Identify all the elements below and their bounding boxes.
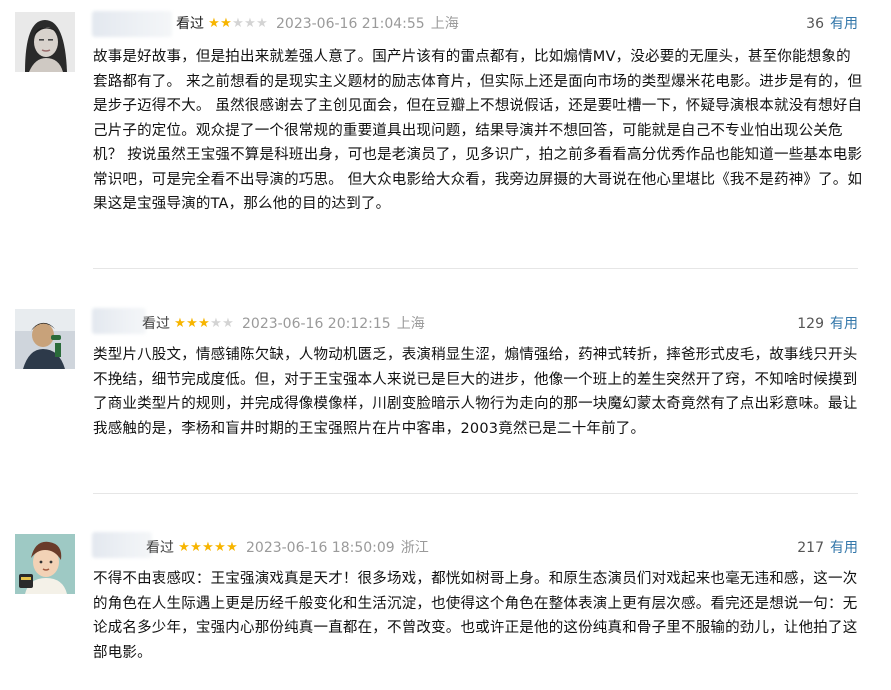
star-filled-icon: ★ xyxy=(198,316,210,331)
review-location: 上海 xyxy=(396,316,425,332)
star-filled-icon: ★ xyxy=(220,16,232,31)
user-avatar-photo-icon xyxy=(15,12,75,72)
review-time: 2023-06-16 20:12:15 xyxy=(242,316,391,332)
useful-button[interactable]: 有用 xyxy=(830,540,858,556)
review-meta: 看过 ★ ★ ★ ★ ★ 2023-06-16 20:12:15 上海 xyxy=(142,314,425,334)
watched-label: 看过 xyxy=(176,16,204,32)
vote-count: 217 xyxy=(797,540,824,556)
rating-stars: ★ ★ ★ ★ ★ xyxy=(208,14,268,34)
star-filled-icon: ★ xyxy=(178,540,190,555)
review-location: 浙江 xyxy=(400,540,429,556)
star-empty-icon: ★ xyxy=(244,16,256,31)
user-avatar-photo-icon xyxy=(15,309,75,369)
review-content: 不得不由衷感叹：王宝强演戏真是天才！很多场戏，都恍如树哥上身。和原生态演员们对戏… xyxy=(93,571,858,661)
review-location: 上海 xyxy=(430,16,459,32)
useful-button[interactable]: 有用 xyxy=(830,16,858,32)
star-filled-icon: ★ xyxy=(202,540,214,555)
review-meta: 看过 ★ ★ ★ ★ ★ 2023-06-16 18:50:09 浙江 xyxy=(146,538,429,558)
divider xyxy=(93,493,858,494)
star-filled-icon: ★ xyxy=(226,540,238,555)
star-empty-icon: ★ xyxy=(256,16,268,31)
review-time: 2023-06-16 18:50:09 xyxy=(246,540,395,556)
divider xyxy=(93,268,858,269)
rating-stars: ★ ★ ★ ★ ★ xyxy=(178,538,238,558)
star-filled-icon: ★ xyxy=(174,316,186,331)
star-filled-icon: ★ xyxy=(208,16,220,31)
vote-area: 36 有用 xyxy=(806,14,858,34)
username[interactable] xyxy=(92,532,152,558)
star-filled-icon: ★ xyxy=(214,540,226,555)
username[interactable] xyxy=(92,308,146,334)
star-filled-icon: ★ xyxy=(190,540,202,555)
username[interactable] xyxy=(92,11,172,37)
star-empty-icon: ★ xyxy=(232,16,244,31)
vote-count: 36 xyxy=(806,16,824,32)
vote-area: 129 有用 xyxy=(797,314,858,334)
vote-area: 217 有用 xyxy=(797,538,858,558)
star-empty-icon: ★ xyxy=(222,316,234,331)
review-content: 类型片八股文，情感铺陈欠缺，人物动机匮乏，表演稍显生涩，煽情强给，药神式转折，摔… xyxy=(93,347,858,437)
vote-count: 129 xyxy=(797,316,824,332)
review-content: 故事是好故事，但是拍出来就差强人意了。国产片该有的雷点都有，比如煽情MV，没必要… xyxy=(93,49,863,212)
avatar[interactable] xyxy=(15,534,75,594)
review-time: 2023-06-16 21:04:55 xyxy=(276,16,425,32)
rating-stars: ★ ★ ★ ★ ★ xyxy=(174,314,234,334)
star-empty-icon: ★ xyxy=(210,316,222,331)
watched-label: 看过 xyxy=(142,316,170,332)
avatar[interactable] xyxy=(15,309,75,369)
avatar[interactable] xyxy=(15,12,75,72)
user-avatar-illustration-icon xyxy=(15,534,75,594)
star-filled-icon: ★ xyxy=(186,316,198,331)
watched-label: 看过 xyxy=(146,540,174,556)
review-meta: 看过 ★ ★ ★ ★ ★ 2023-06-16 21:04:55 上海 xyxy=(176,14,459,34)
useful-button[interactable]: 有用 xyxy=(830,316,858,332)
